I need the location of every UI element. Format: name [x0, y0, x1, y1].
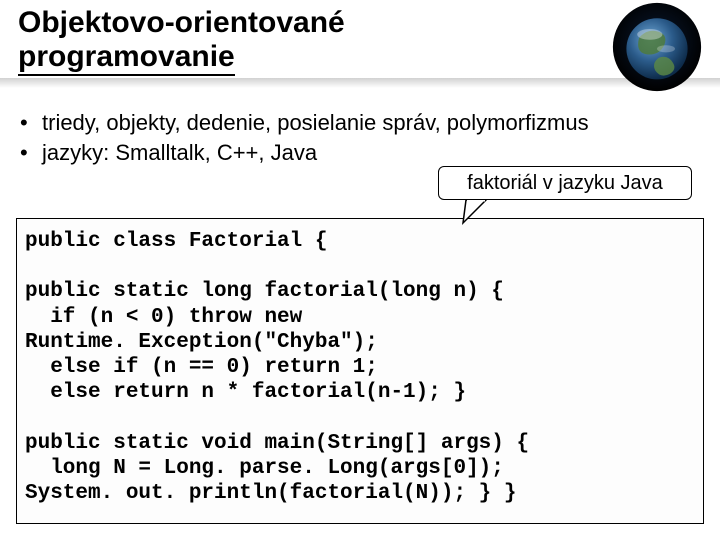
bullet-item: • jazyky: Smalltalk, C++, Java [20, 138, 700, 168]
callout-text: faktoriál v jazyku Java [467, 172, 663, 195]
bullet-dot: • [20, 108, 42, 138]
globe-image [612, 2, 702, 92]
title-line2: programovanie [18, 40, 235, 76]
title-line1: Objektovo-orientované [18, 6, 345, 39]
bullet-item: • triedy, objekty, dedenie, posielanie s… [20, 108, 700, 138]
code-block: public class Factorial { public static l… [16, 218, 704, 524]
bullet-text: triedy, objekty, dedenie, posielanie spr… [42, 108, 589, 138]
bullet-list: • triedy, objekty, dedenie, posielanie s… [20, 108, 700, 167]
bullet-text: jazyky: Smalltalk, C++, Java [42, 138, 317, 168]
code-text: public class Factorial { public static l… [25, 230, 529, 505]
callout-box: faktoriál v jazyku Java [438, 166, 692, 200]
bullet-dot: • [20, 138, 42, 168]
slide-title: Objektovo-orientované programovanie [18, 6, 538, 73]
callout-tail [462, 199, 502, 229]
slide: Objektovo-orientované programovanie • tr… [0, 0, 720, 540]
